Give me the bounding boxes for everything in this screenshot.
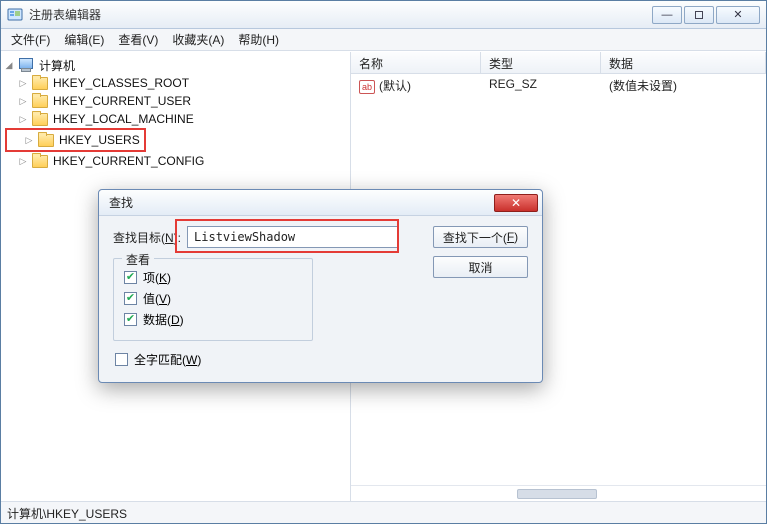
check-whole-word[interactable]: ✔ — [115, 353, 128, 366]
check-values-row[interactable]: ✔ 值(V) — [124, 290, 302, 307]
cell-data: (数值未设置) — [601, 77, 766, 94]
find-target-input[interactable] — [187, 226, 399, 248]
col-type[interactable]: 类型 — [481, 52, 601, 73]
regedit-app-icon — [7, 7, 23, 23]
col-name[interactable]: 名称 — [351, 52, 481, 73]
folder-icon — [32, 76, 48, 90]
tree-item[interactable]: ▷ HKEY_CURRENT_USER — [3, 92, 348, 110]
find-dialog: 查找 ✕ 查找目标(N): 查找下一个(F) 取消 查看 ✔ — [98, 189, 543, 383]
list-row[interactable]: ab(默认) REG_SZ (数值未设置) — [351, 74, 766, 97]
expand-icon[interactable]: ▷ — [17, 156, 29, 167]
look-at-group: 查看 ✔ 项(K) ✔ 值(V) ✔ 数据(D) — [113, 258, 313, 341]
tree-item-label: HKEY_CURRENT_USER — [51, 94, 193, 108]
dialog-buttons: 查找下一个(F) 取消 — [433, 226, 528, 286]
tree-item[interactable]: ▷ HKEY_CURRENT_CONFIG — [3, 152, 348, 170]
menu-help[interactable]: 帮助(H) — [232, 29, 285, 50]
col-data[interactable]: 数据 — [601, 52, 766, 73]
maximize-button[interactable] — [684, 6, 714, 24]
tree-item-label: HKEY_LOCAL_MACHINE — [51, 112, 196, 126]
tree-item[interactable]: ▷ HKEY_USERS — [9, 131, 142, 149]
check-data[interactable]: ✔ — [124, 313, 137, 326]
minimize-button[interactable]: — — [652, 6, 682, 24]
tree-root-label: 计算机 — [37, 57, 77, 74]
regedit-window: 注册表编辑器 — ✕ 文件(F) 编辑(E) 查看(V) 收藏夹(A) 帮助(H… — [0, 0, 767, 524]
find-next-button[interactable]: 查找下一个(F) — [433, 226, 528, 248]
highlight-box-tree: ▷ HKEY_USERS — [5, 128, 146, 152]
folder-icon — [32, 154, 48, 168]
find-dialog-title: 查找 — [109, 194, 494, 211]
check-values[interactable]: ✔ — [124, 292, 137, 305]
collapse-icon[interactable]: ◢ — [3, 60, 15, 71]
tree-root[interactable]: ◢ 计算机 — [3, 56, 348, 74]
string-value-icon: ab — [359, 80, 375, 94]
scrollbar-thumb[interactable] — [517, 489, 597, 499]
folder-icon — [38, 133, 54, 147]
tree-item-label: HKEY_CLASSES_ROOT — [51, 76, 191, 90]
expand-icon[interactable]: ▷ — [17, 96, 29, 107]
expand-icon[interactable]: ▷ — [17, 78, 29, 89]
menu-file[interactable]: 文件(F) — [5, 29, 56, 50]
menubar: 文件(F) 编辑(E) 查看(V) 收藏夹(A) 帮助(H) — [1, 29, 766, 51]
horizontal-scrollbar[interactable] — [351, 485, 766, 501]
tree-item-label: HKEY_CURRENT_CONFIG — [51, 154, 206, 168]
whole-word-row[interactable]: ✔ 全字匹配(W) — [115, 351, 528, 368]
cancel-button[interactable]: 取消 — [433, 256, 528, 278]
list-header: 名称 类型 数据 — [351, 52, 766, 74]
computer-icon — [18, 58, 34, 72]
tree-item-label: HKEY_USERS — [57, 133, 142, 147]
check-keys[interactable]: ✔ — [124, 271, 137, 284]
window-control-buttons: — ✕ — [652, 6, 760, 24]
check-data-row[interactable]: ✔ 数据(D) — [124, 311, 302, 328]
expand-icon[interactable]: ▷ — [23, 135, 35, 146]
look-at-legend: 查看 — [122, 251, 154, 268]
find-dialog-titlebar[interactable]: 查找 ✕ — [99, 190, 542, 216]
tree-item[interactable]: ▷ HKEY_CLASSES_ROOT — [3, 74, 348, 92]
check-keys-label: 项(K) — [143, 269, 171, 286]
check-values-label: 值(V) — [143, 290, 171, 307]
menu-favorites[interactable]: 收藏夹(A) — [166, 29, 230, 50]
find-dialog-body: 查找目标(N): 查找下一个(F) 取消 查看 ✔ 项(K) ✔ — [99, 216, 542, 382]
find-target-label: 查找目标(N): — [113, 229, 181, 246]
cell-type: REG_SZ — [481, 77, 601, 94]
whole-word-label: 全字匹配(W) — [134, 351, 201, 368]
statusbar: 计算机\HKEY_USERS — [1, 501, 766, 523]
check-data-label: 数据(D) — [143, 311, 184, 328]
tree-item[interactable]: ▷ HKEY_LOCAL_MACHINE — [3, 110, 348, 128]
background-blur — [201, 2, 626, 28]
folder-icon — [32, 94, 48, 108]
menu-view[interactable]: 查看(V) — [112, 29, 164, 50]
find-dialog-close-button[interactable]: ✕ — [494, 194, 538, 212]
titlebar: 注册表编辑器 — ✕ — [1, 1, 766, 29]
close-button[interactable]: ✕ — [716, 6, 760, 24]
menu-edit[interactable]: 编辑(E) — [58, 29, 110, 50]
expand-icon[interactable]: ▷ — [17, 114, 29, 125]
check-keys-row[interactable]: ✔ 项(K) — [124, 269, 302, 286]
folder-icon — [32, 112, 48, 126]
cell-name: ab(默认) — [351, 77, 481, 94]
statusbar-path: 计算机\HKEY_USERS — [7, 507, 127, 521]
